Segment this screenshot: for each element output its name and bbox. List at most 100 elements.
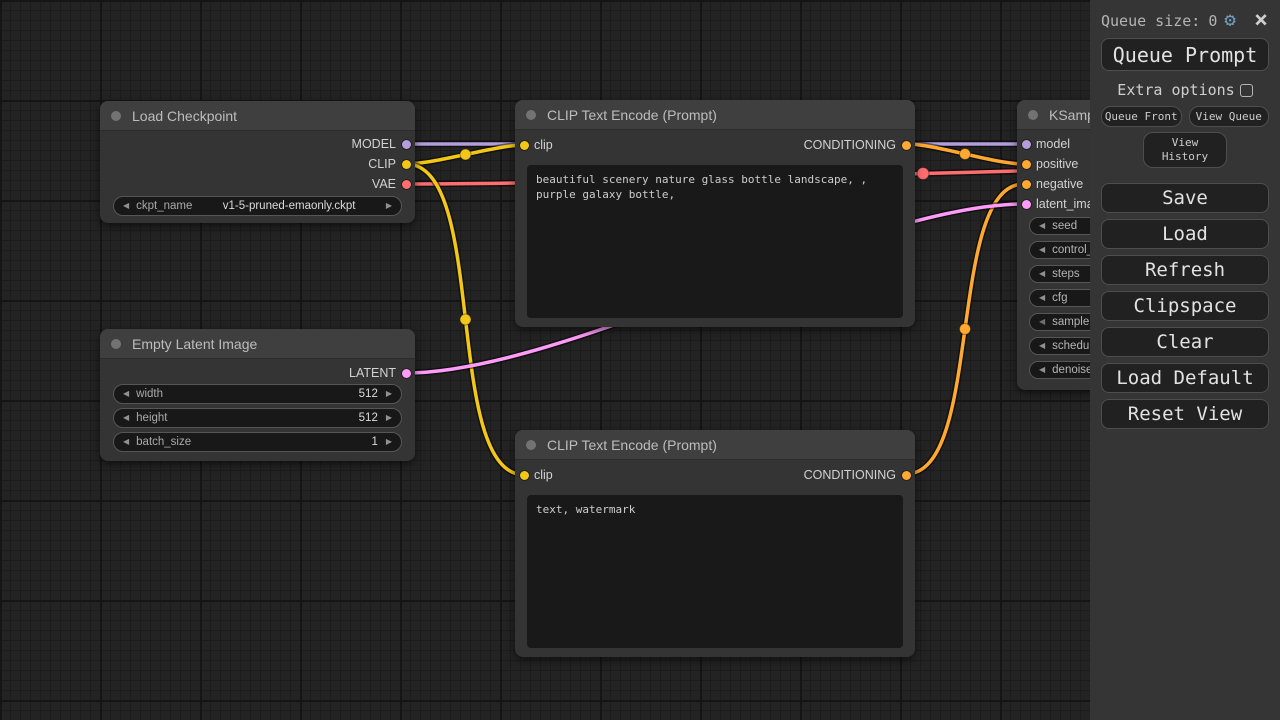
load-button[interactable]: Load bbox=[1101, 219, 1269, 249]
save-button[interactable]: Save bbox=[1101, 183, 1269, 213]
widget-label: denoise bbox=[1052, 364, 1092, 376]
collapse-dot-icon[interactable] bbox=[526, 110, 536, 120]
decrement-arrow-icon[interactable]: ◀ bbox=[123, 390, 129, 398]
node-title-bar[interactable]: Load Checkpoint bbox=[100, 101, 415, 131]
output-row-clip: CLIP bbox=[100, 154, 415, 174]
latent-output-port[interactable] bbox=[402, 369, 411, 378]
input-label: model bbox=[1036, 137, 1070, 151]
widget-value[interactable]: 512 bbox=[171, 388, 378, 400]
widget-value[interactable]: 1 bbox=[199, 436, 378, 448]
collapse-dot-icon[interactable] bbox=[1028, 110, 1038, 120]
clipspace-button[interactable]: Clipspace bbox=[1101, 291, 1269, 321]
decrement-arrow-icon[interactable]: ◀ bbox=[123, 202, 129, 210]
decrement-arrow-icon[interactable]: ◀ bbox=[1039, 342, 1045, 350]
queue-size-value: 0 bbox=[1208, 12, 1217, 30]
input-label: clip bbox=[534, 138, 553, 152]
width-widget[interactable]: ◀ width 512 ▶ bbox=[113, 384, 402, 404]
node-title-bar[interactable]: CLIP Text Encode (Prompt) bbox=[515, 100, 915, 130]
collapse-dot-icon[interactable] bbox=[111, 339, 121, 349]
positive-input-port[interactable] bbox=[1022, 160, 1031, 169]
output-label: CLIP bbox=[368, 157, 396, 171]
queue-front-button[interactable]: Queue Front bbox=[1101, 106, 1182, 127]
increment-arrow-icon[interactable]: ▶ bbox=[386, 390, 392, 398]
node-empty-latent-image[interactable]: Empty Latent Image LATENT ◀ width 512 ▶ … bbox=[100, 329, 415, 461]
widget-value[interactable]: v1-5-pruned-emaonly.ckpt bbox=[200, 200, 377, 212]
widget-label: height bbox=[136, 412, 167, 424]
ckpt-name-widget[interactable]: ◀ ckpt_name v1-5-pruned-emaonly.ckpt ▶ bbox=[113, 196, 402, 216]
collapse-dot-icon[interactable] bbox=[111, 111, 121, 121]
decrement-arrow-icon[interactable]: ◀ bbox=[123, 438, 129, 446]
close-icon[interactable]: × bbox=[1254, 11, 1268, 29]
widget-label: batch_size bbox=[136, 436, 191, 448]
output-row-latent: LATENT bbox=[100, 363, 415, 383]
input-label: negative bbox=[1036, 177, 1083, 191]
decrement-arrow-icon[interactable]: ◀ bbox=[1039, 222, 1045, 230]
widget-label: ckpt_name bbox=[136, 200, 192, 212]
output-row-vae: VAE bbox=[100, 174, 415, 194]
node-load-checkpoint[interactable]: Load Checkpoint MODEL CLIP VAE ◀ ckpt_na… bbox=[100, 101, 415, 223]
port-row: clip CONDITIONING bbox=[515, 465, 915, 485]
clear-button[interactable]: Clear bbox=[1101, 327, 1269, 357]
latent-image-input-port[interactable] bbox=[1022, 200, 1031, 209]
decrement-arrow-icon[interactable]: ◀ bbox=[1039, 246, 1045, 254]
decrement-arrow-icon[interactable]: ◀ bbox=[1039, 270, 1045, 278]
view-history-button[interactable]: View History bbox=[1143, 132, 1227, 168]
model-output-port[interactable] bbox=[402, 140, 411, 149]
positive-prompt-textarea[interactable]: beautiful scenery nature glass bottle la… bbox=[527, 165, 903, 318]
reset-view-button[interactable]: Reset View bbox=[1101, 399, 1269, 429]
view-queue-button[interactable]: View Queue bbox=[1189, 106, 1270, 127]
widget-label: width bbox=[136, 388, 163, 400]
input-label: clip bbox=[534, 468, 553, 482]
clip-input-port[interactable] bbox=[520, 471, 529, 480]
widget-value[interactable]: 512 bbox=[176, 412, 378, 424]
height-widget[interactable]: ◀ height 512 ▶ bbox=[113, 408, 402, 428]
node-title-bar[interactable]: CLIP Text Encode (Prompt) bbox=[515, 430, 915, 460]
collapse-dot-icon[interactable] bbox=[526, 440, 536, 450]
decrement-arrow-icon[interactable]: ◀ bbox=[1039, 318, 1045, 326]
refresh-button[interactable]: Refresh bbox=[1101, 255, 1269, 285]
node-title: Load Checkpoint bbox=[132, 108, 237, 124]
wire-negative-conditioning[interactable] bbox=[906, 184, 1024, 474]
wire-clip-to-positive[interactable] bbox=[406, 145, 525, 164]
conditioning-output-port[interactable] bbox=[902, 141, 911, 150]
queue-prompt-button[interactable]: Queue Prompt bbox=[1101, 38, 1269, 71]
extra-options-row: Extra options bbox=[1090, 81, 1280, 99]
node-title: CLIP Text Encode (Prompt) bbox=[547, 437, 717, 453]
conditioning-output-port[interactable] bbox=[902, 471, 911, 480]
widget-label: seed bbox=[1052, 220, 1077, 232]
output-label: LATENT bbox=[349, 366, 396, 380]
output-label: MODEL bbox=[352, 137, 396, 151]
extra-options-checkbox[interactable] bbox=[1240, 84, 1253, 97]
increment-arrow-icon[interactable]: ▶ bbox=[386, 438, 392, 446]
node-clip-text-encode-positive[interactable]: CLIP Text Encode (Prompt) clip CONDITION… bbox=[515, 100, 915, 327]
load-default-button[interactable]: Load Default bbox=[1101, 363, 1269, 393]
gear-icon[interactable]: ⚙ bbox=[1224, 11, 1235, 30]
node-graph-canvas[interactable]: Load Checkpoint MODEL CLIP VAE ◀ ckpt_na… bbox=[0, 0, 1280, 720]
wire-clip-to-negative[interactable] bbox=[406, 164, 525, 475]
decrement-arrow-icon[interactable]: ◀ bbox=[1039, 366, 1045, 374]
vae-output-port[interactable] bbox=[402, 180, 411, 189]
increment-arrow-icon[interactable]: ▶ bbox=[386, 414, 392, 422]
clip-output-port[interactable] bbox=[402, 160, 411, 169]
decrement-arrow-icon[interactable]: ◀ bbox=[1039, 294, 1045, 302]
node-title: CLIP Text Encode (Prompt) bbox=[547, 107, 717, 123]
negative-prompt-textarea[interactable]: text, watermark bbox=[527, 495, 903, 648]
output-row-model: MODEL bbox=[100, 134, 415, 154]
node-clip-text-encode-negative[interactable]: CLIP Text Encode (Prompt) clip CONDITION… bbox=[515, 430, 915, 657]
menu-panel: Queue size: 0 ⚙ × Queue Prompt Extra opt… bbox=[1090, 0, 1280, 720]
increment-arrow-icon[interactable]: ▶ bbox=[386, 202, 392, 210]
queue-size-label: Queue size: bbox=[1101, 12, 1200, 30]
port-row: clip CONDITIONING bbox=[515, 135, 915, 155]
batch-size-widget[interactable]: ◀ batch_size 1 ▶ bbox=[113, 432, 402, 452]
model-input-port[interactable] bbox=[1022, 140, 1031, 149]
clip-input-port[interactable] bbox=[520, 141, 529, 150]
node-title: Empty Latent Image bbox=[132, 336, 257, 352]
decrement-arrow-icon[interactable]: ◀ bbox=[123, 414, 129, 422]
output-label: VAE bbox=[372, 177, 396, 191]
negative-input-port[interactable] bbox=[1022, 180, 1031, 189]
node-title-bar[interactable]: Empty Latent Image bbox=[100, 329, 415, 359]
input-label: positive bbox=[1036, 157, 1078, 171]
widget-label: cfg bbox=[1052, 292, 1067, 304]
widget-label: steps bbox=[1052, 268, 1080, 280]
extra-options-label: Extra options bbox=[1117, 81, 1234, 99]
